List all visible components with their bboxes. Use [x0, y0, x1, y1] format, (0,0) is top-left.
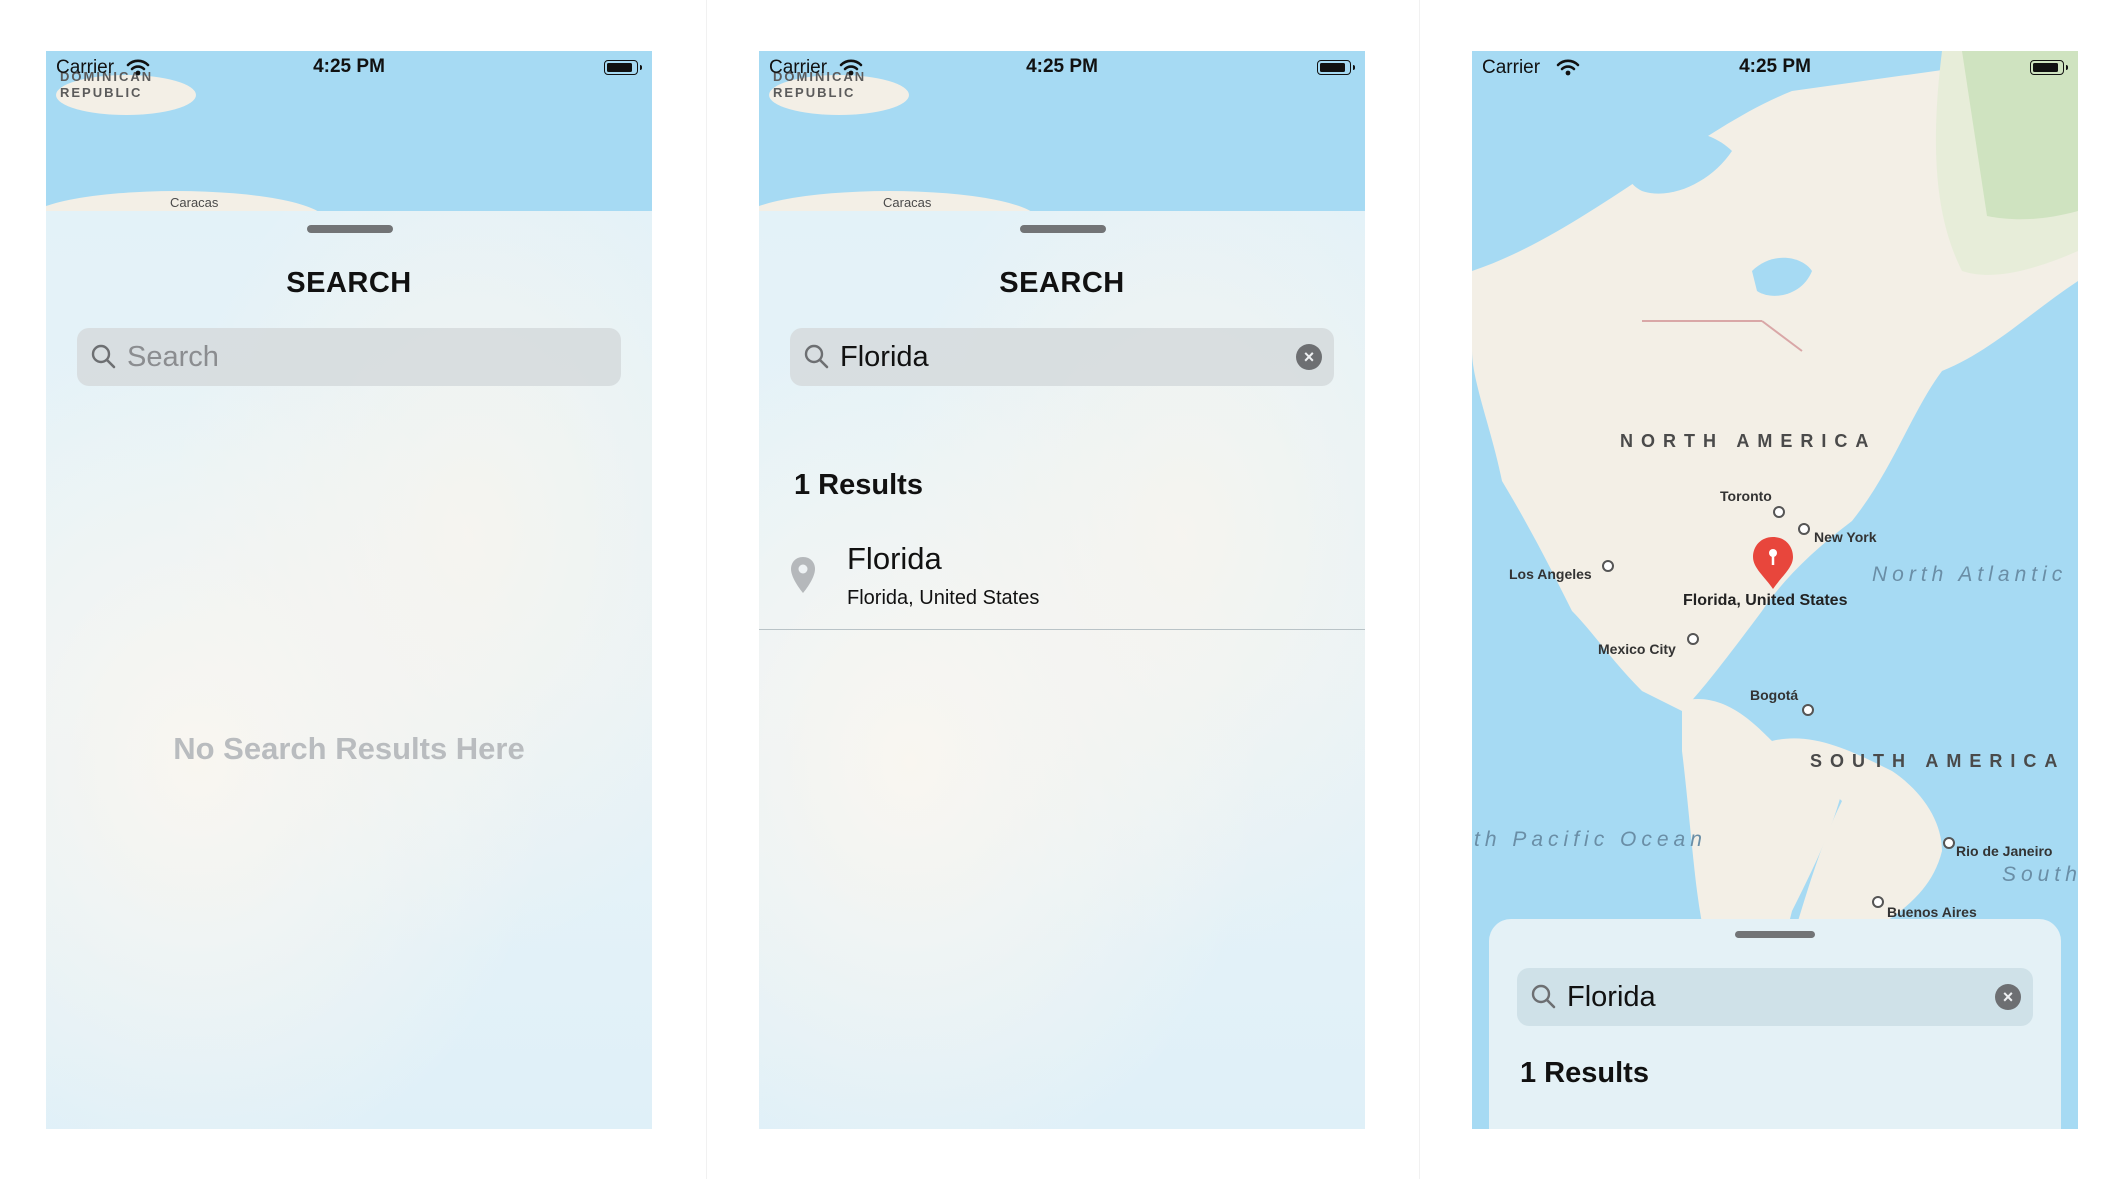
location-pin-icon[interactable] [1749, 535, 1797, 591]
map-label-los-angeles: Los Angeles [1509, 566, 1592, 582]
status-time: 4:25 PM [1026, 56, 1098, 77]
map-label-south-atlantic: South A Oc [2002, 863, 2078, 886]
result-separator [759, 629, 1365, 630]
sheet-title: SEARCH [999, 267, 1125, 299]
search-icon [804, 344, 829, 369]
map-label-toronto: Toronto [1720, 488, 1772, 504]
phone-screen-empty-search: DOMINICAN REPUBLIC Caracas Carrier 4:25 … [46, 51, 652, 1129]
sheet-grabber-handle[interactable] [1735, 931, 1815, 938]
status-time: 4:25 PM [1739, 56, 1811, 77]
map-label-caracas: Caracas [883, 195, 932, 210]
map-label-caracas: Caracas [170, 195, 219, 210]
results-count: 1 Results [794, 469, 923, 501]
map-label-south-pacific: th Pacific Ocean [1474, 828, 1707, 851]
city-marker [1943, 837, 1955, 849]
city-marker [1798, 523, 1810, 535]
map-label-mexico-city: Mexico City [1598, 641, 1676, 657]
battery-icon [604, 60, 642, 75]
search-placeholder: Search [127, 341, 219, 373]
city-marker [1773, 506, 1785, 518]
panel-divider [1419, 0, 1420, 1179]
result-subtitle: Florida, United States [847, 587, 1040, 609]
city-marker [1872, 896, 1884, 908]
status-bar: Carrier 4:25 PM [46, 51, 652, 85]
map-label-north-america: NORTH AMERICA [1620, 431, 1877, 451]
search-input-value: Florida [840, 341, 929, 373]
result-title: Florida [847, 541, 942, 576]
map-label-north-atlantic: North Atlantic Ocean [1872, 563, 2078, 586]
phone-screen-map-result: NORTH AMERICA SOUTH AMERICA North Atlant… [1472, 51, 2078, 1129]
map-label-rio: Rio de Janeiro [1956, 843, 2053, 859]
sheet-title: SEARCH [286, 267, 412, 299]
search-result-row[interactable]: Florida Florida, United States [759, 531, 1365, 631]
search-input[interactable]: Search [77, 328, 621, 386]
city-marker [1602, 560, 1614, 572]
map-label-bogota: Bogotá [1750, 687, 1799, 703]
sheet-grabber-handle[interactable] [1020, 225, 1106, 233]
city-marker [1802, 704, 1814, 716]
city-marker [1687, 633, 1699, 645]
search-input[interactable]: Florida × [1517, 968, 2033, 1026]
battery-icon [2030, 60, 2068, 75]
location-pin-icon [791, 557, 815, 593]
search-sheet: SEARCH Search No Search Results Here [46, 211, 652, 1129]
search-sheet: SEARCH Florida × 1 Results Florida Flori… [759, 211, 1365, 1129]
status-bar: Carrier 4:25 PM [759, 51, 1365, 85]
map-label-south-america: SOUTH AMERICA [1810, 751, 2066, 771]
search-input-value: Florida [1567, 981, 1656, 1013]
clear-search-button[interactable]: × [1296, 344, 1322, 370]
search-icon [1531, 984, 1556, 1009]
clear-search-button[interactable]: × [1995, 984, 2021, 1010]
panel-divider [706, 0, 707, 1179]
search-input[interactable]: Florida × [790, 328, 1334, 386]
map-label-buenos-aires: Buenos Aires [1887, 904, 1977, 920]
results-count: 1 Results [1520, 1057, 1649, 1089]
map-label-new-york: New York [1814, 529, 1877, 545]
phone-screen-search-results: DOMINICAN REPUBLIC Caracas Carrier 4:25 … [759, 51, 1365, 1129]
pin-label: Florida, United States [1683, 592, 1848, 609]
battery-icon [1317, 60, 1355, 75]
sheet-grabber-handle[interactable] [307, 225, 393, 233]
status-bar: Carrier 4:25 PM [1472, 51, 2078, 85]
search-sheet: Florida × 1 Results [1489, 919, 2061, 1129]
status-time: 4:25 PM [313, 56, 385, 77]
empty-state-message: No Search Results Here [173, 731, 525, 766]
search-icon [91, 344, 116, 369]
